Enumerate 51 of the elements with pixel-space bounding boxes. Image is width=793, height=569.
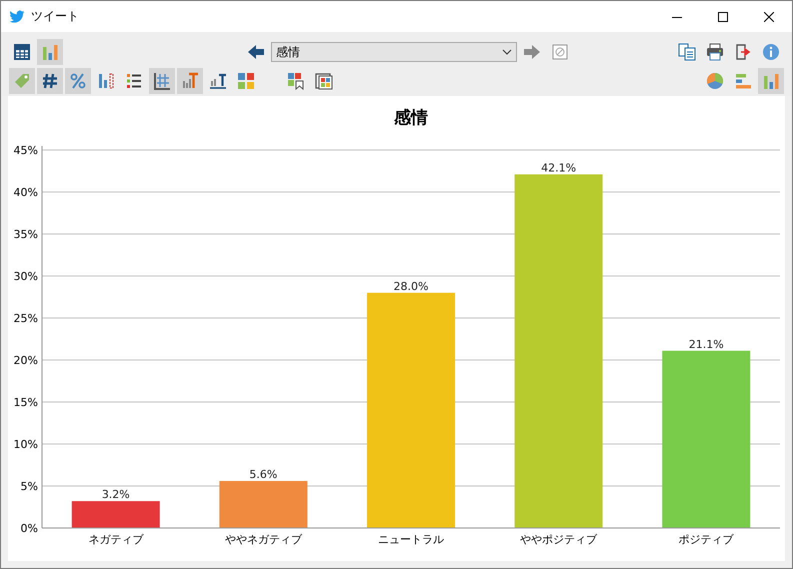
category-label: ニュートラル xyxy=(378,533,444,546)
y-tick-label: 25% xyxy=(14,312,38,325)
value-label: 3.2% xyxy=(102,488,130,502)
hash-button[interactable] xyxy=(37,68,63,94)
value-label: 28.0% xyxy=(394,280,428,293)
pie-chart-icon xyxy=(705,71,725,91)
hash-icon xyxy=(40,71,60,91)
chart-title: 感情 xyxy=(394,108,428,128)
category-label: ポジティブ xyxy=(678,533,734,546)
squares-bookmark-icon xyxy=(286,71,306,91)
grid-button[interactable] xyxy=(149,68,175,94)
bar-icon xyxy=(96,71,116,91)
y-tick-label: 30% xyxy=(14,270,38,283)
window-squares-icon xyxy=(314,71,334,91)
bar-chart-icon xyxy=(761,71,781,91)
window-title: ツイート xyxy=(31,8,80,25)
horizontal-bar-chart-icon xyxy=(733,71,753,91)
category-label: ネガティブ xyxy=(88,533,144,546)
y-tick-label: 5% xyxy=(20,480,38,493)
category-label: ややネガティブ xyxy=(224,533,302,546)
bar-chart-icon xyxy=(40,42,60,62)
copy-icon xyxy=(677,42,697,62)
percent-button[interactable] xyxy=(65,68,91,94)
value-label: 42.1% xyxy=(541,161,576,174)
table-icon xyxy=(12,42,32,62)
percent-icon xyxy=(68,71,88,91)
y-tick-label: 40% xyxy=(14,186,38,199)
color-squares-icon xyxy=(236,71,256,91)
left-arrow-icon xyxy=(246,42,266,62)
category-label: ややポジティブ xyxy=(520,533,598,546)
right-arrow-icon xyxy=(522,42,542,62)
category-dropdown[interactable]: 感情 xyxy=(271,42,517,62)
list-icon xyxy=(124,71,144,91)
y-tick-label: 10% xyxy=(14,438,38,451)
bar-text-icon xyxy=(208,71,228,91)
value-label: 21.1% xyxy=(688,338,724,351)
bird-icon xyxy=(9,10,25,24)
caret-icon xyxy=(502,49,512,55)
close-icon xyxy=(764,12,774,22)
info-icon xyxy=(761,42,781,62)
maximize-icon xyxy=(718,12,728,22)
value-label: 5.6% xyxy=(249,468,278,481)
y-tick-label: 15% xyxy=(14,396,38,409)
no-filter-icon xyxy=(550,42,570,62)
y-tick-label: 45% xyxy=(14,144,38,157)
y-tick-label: 20% xyxy=(14,354,38,367)
printer-icon xyxy=(705,42,725,62)
y-tick-label: 35% xyxy=(14,228,38,241)
y-tick-label: 0% xyxy=(20,522,38,535)
grid-icon xyxy=(152,71,172,91)
bar-label-icon xyxy=(180,71,200,91)
